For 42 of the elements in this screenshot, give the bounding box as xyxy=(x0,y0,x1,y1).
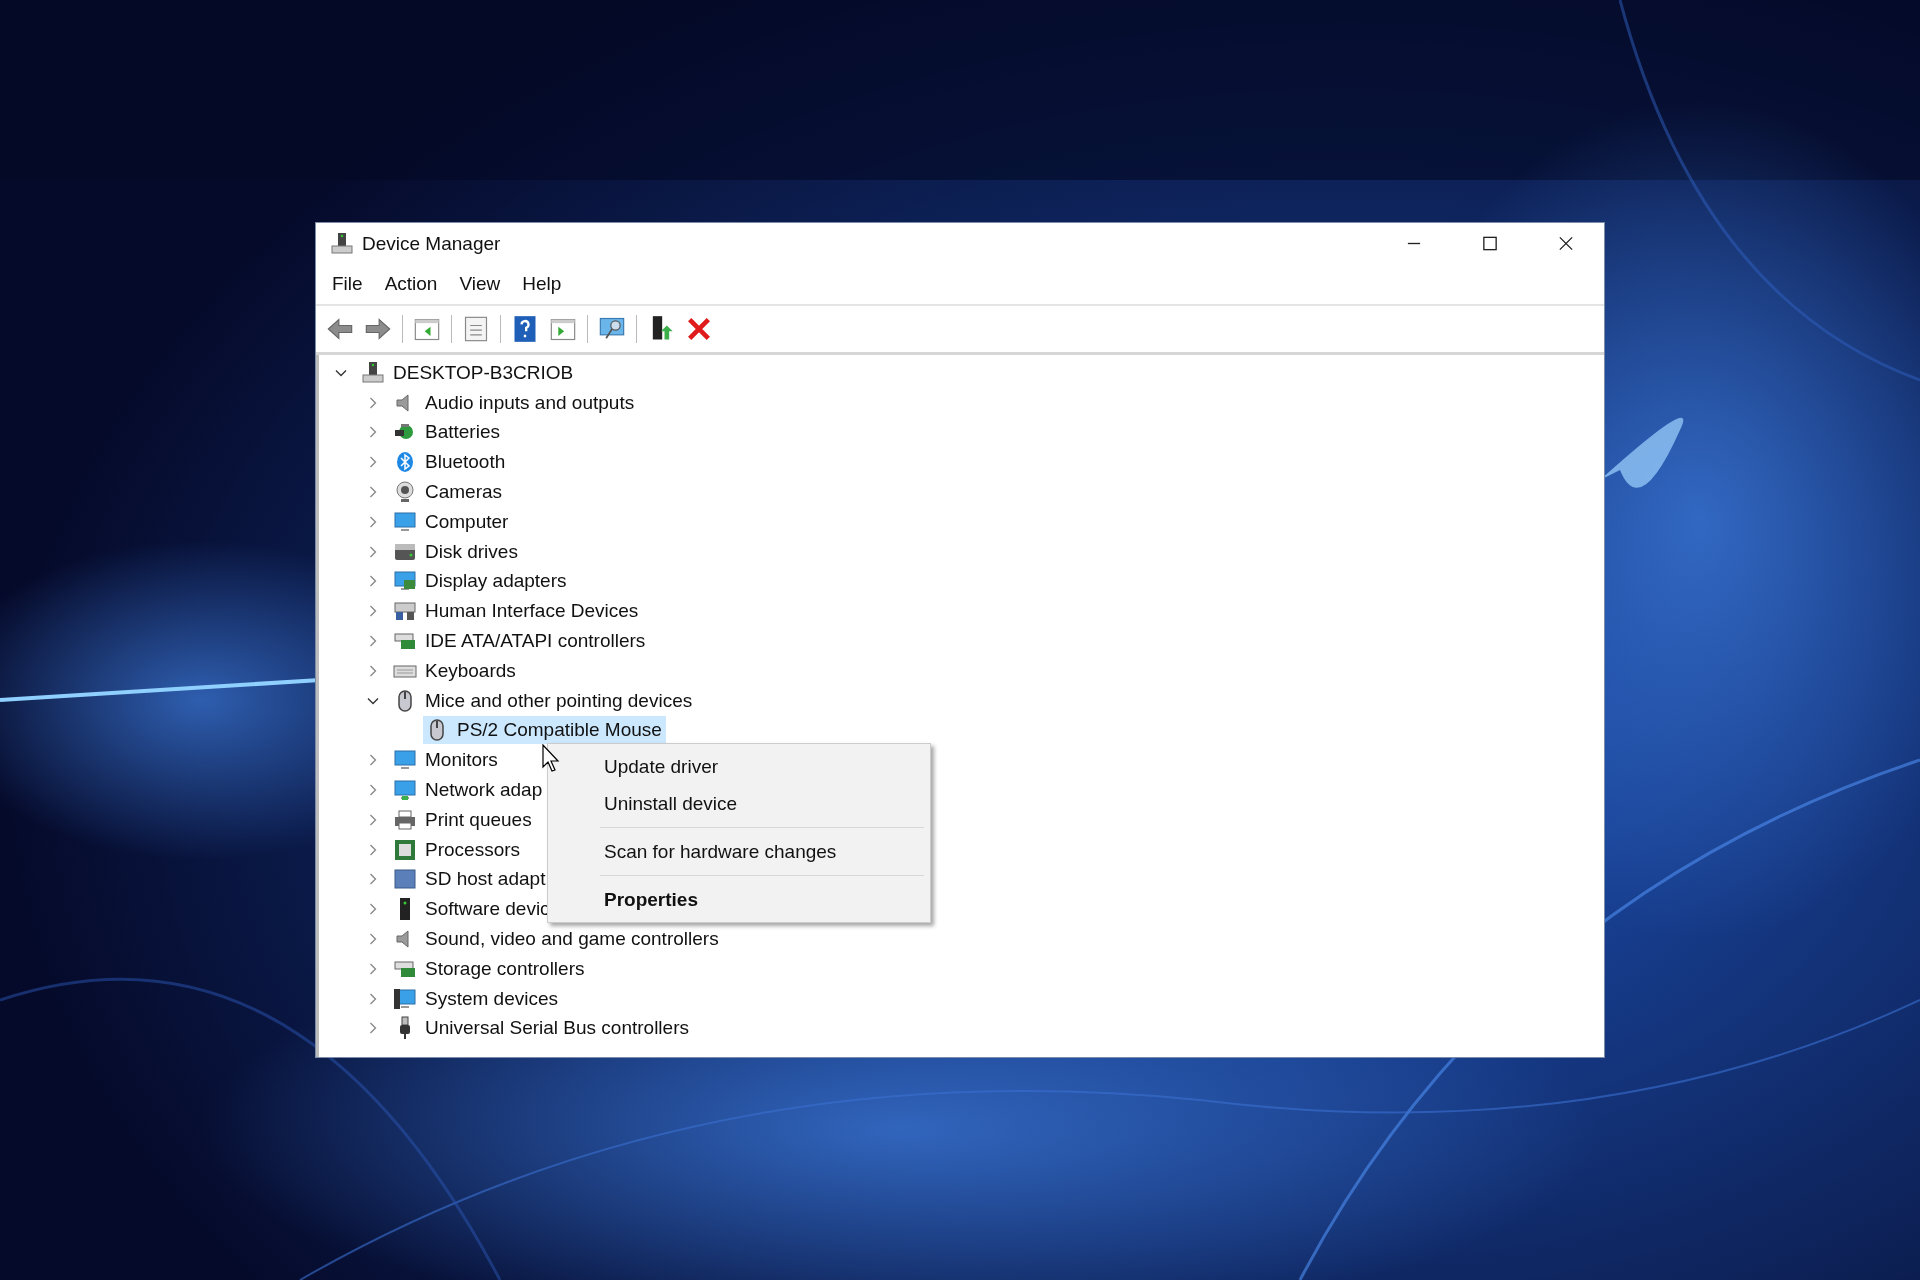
tree-item[interactable]: Display adapters xyxy=(391,567,571,596)
system-monitor-icon xyxy=(393,986,417,1011)
computer-icon xyxy=(361,360,385,385)
menu-item[interactable]: File xyxy=(324,270,371,298)
tree-item[interactable]: Sound, video and game controllers xyxy=(391,925,723,954)
tree-item[interactable]: Keyboards xyxy=(391,656,520,685)
menu-item[interactable]: Action xyxy=(376,270,446,298)
tree-item[interactable]: IDE ATA/ATAPI controllers xyxy=(391,627,650,656)
card-reader-icon xyxy=(393,867,417,892)
menu-item[interactable]: Help xyxy=(514,270,570,298)
tree-item[interactable]: Cameras xyxy=(391,478,507,507)
monitor-icon xyxy=(393,509,417,534)
tree-item[interactable]: System devices xyxy=(391,984,563,1013)
tree-item[interactable]: Batteries xyxy=(391,418,504,447)
tree-item[interactable]: Storage controllers xyxy=(391,954,589,983)
tree-item[interactable]: Mice and other pointing devices xyxy=(391,686,697,715)
menu-item[interactable]: Uninstall device xyxy=(548,785,930,822)
tree-item[interactable]: Universal Serial Bus controllers xyxy=(391,1014,693,1043)
tree-item[interactable]: Human Interface Devices xyxy=(391,597,643,626)
tree-item[interactable]: Audio inputs and outputs xyxy=(391,388,639,417)
printer-icon xyxy=(393,807,417,832)
tree-item[interactable]: Print queues xyxy=(391,805,536,834)
tree-item[interactable]: Monitors xyxy=(391,746,502,775)
tree-item[interactable]: Processors xyxy=(391,835,525,864)
mouse-pointer-icon xyxy=(542,744,560,772)
tree-item[interactable]: DESKTOP-B3CRIOB xyxy=(359,358,578,387)
tree-item[interactable]: Network adap xyxy=(391,776,547,805)
x-mark-icon[interactable] xyxy=(685,315,713,343)
tree-item[interactable]: SD host adapt xyxy=(391,865,550,894)
network-monitors-icon xyxy=(393,778,417,803)
properties-sheet-icon[interactable] xyxy=(462,315,490,343)
tree-item[interactable]: Disk drives xyxy=(391,537,522,566)
tree-item[interactable]: Bluetooth xyxy=(391,448,510,477)
menu-item[interactable]: Properties xyxy=(548,881,930,918)
computer-icon xyxy=(330,231,354,256)
window-title: Device Manager xyxy=(362,232,501,255)
menu-item[interactable]: View xyxy=(451,270,509,298)
tree-item[interactable]: Computer xyxy=(391,507,513,536)
tree-item[interactable]: PS/2 Compatible Mouse xyxy=(423,716,666,745)
webcam-icon xyxy=(393,480,417,505)
menu-item[interactable]: Scan for hardware changes xyxy=(548,833,930,870)
processor-icon xyxy=(393,837,417,862)
